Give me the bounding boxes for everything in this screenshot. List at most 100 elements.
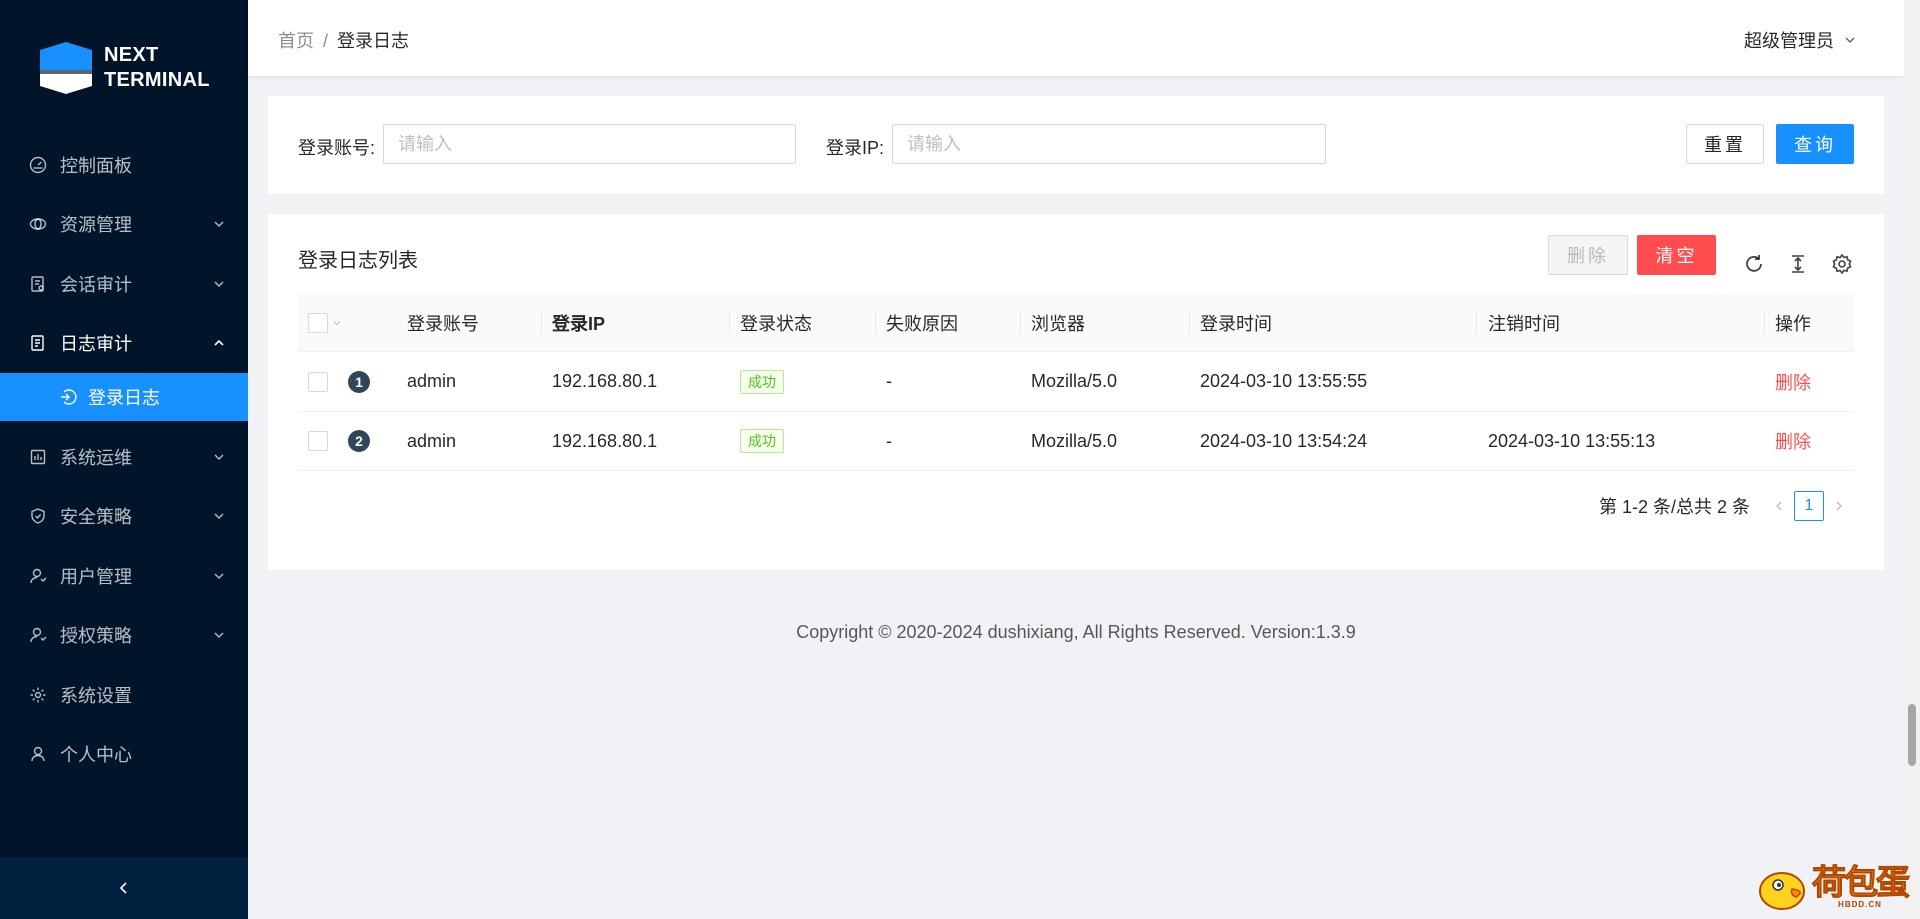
logo-line2: TERMINAL [104, 69, 210, 91]
table-row: 1 admin 192.168.80.1 成功 - Mozilla/5.0 20… [298, 352, 1854, 412]
chevron-down-icon [1845, 37, 1855, 43]
sidebar-item-label: 控制面板 [60, 155, 132, 176]
pagination: 第 1-2 条/总共 2 条 1 [1599, 491, 1854, 521]
breadcrumb-separator: / [323, 31, 329, 51]
sidebar-item-resources[interactable]: 资源管理 [0, 195, 248, 255]
user-icon [28, 744, 48, 764]
sidebar-item-label: 系统设置 [60, 685, 132, 706]
sidebar-item-label: 日志审计 [60, 334, 132, 355]
column-divider [1189, 312, 1190, 334]
account-label: 登录账号: [298, 138, 376, 158]
row-delete-link[interactable]: 删除 [1775, 352, 1811, 411]
page-number[interactable]: 1 [1794, 491, 1824, 521]
chevron-left-icon [119, 882, 127, 894]
column-header-logout-time[interactable]: 注销时间 [1488, 294, 1560, 352]
chevron-down-icon [214, 281, 224, 287]
chevron-down-icon [214, 632, 224, 639]
breadcrumb-current: 登录日志 [337, 31, 410, 51]
sidebar-item-ops[interactable]: 系统运维 [0, 427, 248, 487]
ip-label: 登录IP: [826, 138, 885, 158]
cloud-icon [28, 214, 48, 234]
vertical-scrollbar[interactable] [1904, 0, 1920, 919]
row-checkbox[interactable] [308, 431, 328, 451]
ip-input[interactable] [892, 124, 1326, 164]
row-index-badge: 1 [348, 370, 370, 393]
cell-reason: - [886, 371, 892, 391]
cell-login-time: 2024-03-10 13:54:24 [1200, 430, 1368, 451]
sidebar-item-security[interactable]: 安全策略 [0, 487, 248, 547]
column-divider [875, 312, 876, 334]
cell-account: admin [407, 371, 457, 391]
account-input[interactable] [383, 124, 796, 164]
scrollbar-thumb[interactable] [1908, 704, 1916, 766]
sidebar-item-label: 个人中心 [60, 745, 132, 766]
sidebar-item-session-audit[interactable]: 会话审计 [0, 254, 248, 314]
batch-delete-button[interactable]: 删除 [1548, 235, 1628, 275]
chevron-down-icon [214, 454, 224, 460]
settings-icon[interactable] [1830, 252, 1854, 276]
clear-button[interactable]: 清空 [1637, 235, 1716, 275]
chevron-left-icon [1776, 501, 1782, 511]
cell-logout-time: 2024-03-10 13:55:13 [1488, 430, 1656, 451]
log-table-card: 登录日志列表 删除 清空 登录账号 登录IP 登录状态 失败原因 浏览器 登录时… [268, 214, 1884, 570]
reload-icon[interactable] [1742, 252, 1766, 276]
sidebar-item-users[interactable]: 用户管理 [0, 546, 248, 606]
sidebar-item-authorization[interactable]: 授权策略 [0, 606, 248, 666]
sidebar-item-label: 安全策略 [60, 507, 132, 528]
column-header-reason[interactable]: 失败原因 [886, 294, 958, 352]
reset-button[interactable]: 重置 [1686, 124, 1764, 164]
chevron-right-icon [1836, 501, 1842, 511]
prev-page-button[interactable] [1764, 491, 1794, 521]
status-badge: 成功 [740, 429, 784, 453]
search-form: 登录账号: 登录IP: 重置 查询 [268, 96, 1884, 194]
column-divider [1476, 312, 1477, 334]
watermark-logo: 荷包蛋 HBDD.CN [1756, 863, 1911, 911]
table-row: 2 admin 192.168.80.1 成功 - Mozilla/5.0 20… [298, 412, 1854, 471]
status-badge: 成功 [740, 369, 784, 394]
chevron-down-icon [214, 513, 224, 520]
column-height-icon[interactable] [1786, 252, 1810, 276]
column-divider [541, 312, 542, 334]
sidebar-collapse-button[interactable] [0, 857, 248, 919]
chevron-down-icon [214, 221, 224, 228]
row-delete-link[interactable]: 删除 [1775, 412, 1811, 471]
user-name: 超级管理员 [1744, 31, 1834, 51]
breadcrumb-home[interactable]: 首页 [278, 31, 314, 51]
cell-ip: 192.168.80.1 [552, 430, 658, 451]
column-header-login-time[interactable]: 登录时间 [1200, 294, 1272, 352]
column-divider [1020, 312, 1021, 334]
sidebar-item-settings[interactable]: 系统设置 [0, 665, 248, 725]
gear-icon [28, 685, 48, 705]
column-header-account[interactable]: 登录账号 [407, 294, 479, 352]
column-header-status[interactable]: 登录状态 [740, 294, 812, 352]
column-header-ip[interactable]: 登录IP [552, 294, 605, 352]
user-menu[interactable]: 超级管理员 [1744, 27, 1856, 53]
row-index-badge: 2 [348, 430, 370, 452]
footer-copyright: Copyright © 2020-2024 dushixiang, All Ri… [796, 622, 1356, 642]
sidebar-item-profile[interactable]: 个人中心 [0, 725, 248, 785]
logo-mark-icon [40, 42, 92, 94]
select-all-checkbox[interactable] [308, 294, 342, 352]
sidebar-menu: 控制面板 资源管理 会话审计 日志审计 登录日志 系统运维 安全策略 用户管理 … [0, 135, 248, 784]
sidebar-item-dashboard[interactable]: 控制面板 [0, 135, 248, 195]
row-checkbox[interactable] [308, 371, 328, 392]
column-header-browser[interactable]: 浏览器 [1031, 294, 1085, 352]
duck-mascot-icon [1759, 872, 1805, 910]
sidebar-subitem-label: 登录日志 [88, 388, 160, 408]
query-button[interactable]: 查询 [1776, 124, 1854, 164]
cell-reason: - [886, 430, 892, 451]
checkbox[interactable] [308, 313, 328, 333]
table-header: 登录账号 登录IP 登录状态 失败原因 浏览器 登录时间 注销时间 操作 [298, 294, 1854, 352]
sidebar-item-label: 会话审计 [60, 274, 132, 295]
cell-browser: Mozilla/5.0 [1031, 430, 1118, 451]
chevron-down-icon [333, 321, 341, 326]
chevron-up-icon [214, 340, 224, 346]
next-page-button[interactable] [1824, 491, 1854, 521]
logo[interactable]: NEXT TERMINAL [40, 40, 210, 96]
audit-icon [28, 274, 48, 294]
breadcrumb: 首页 / 登录日志 [278, 27, 409, 53]
cell-login-time: 2024-03-10 13:55:55 [1200, 371, 1368, 391]
cell-browser: Mozilla/5.0 [1031, 371, 1118, 391]
sidebar-item-log-audit[interactable]: 日志审计 [0, 314, 248, 374]
sidebar-subitem-login-log[interactable]: 登录日志 [0, 373, 248, 421]
